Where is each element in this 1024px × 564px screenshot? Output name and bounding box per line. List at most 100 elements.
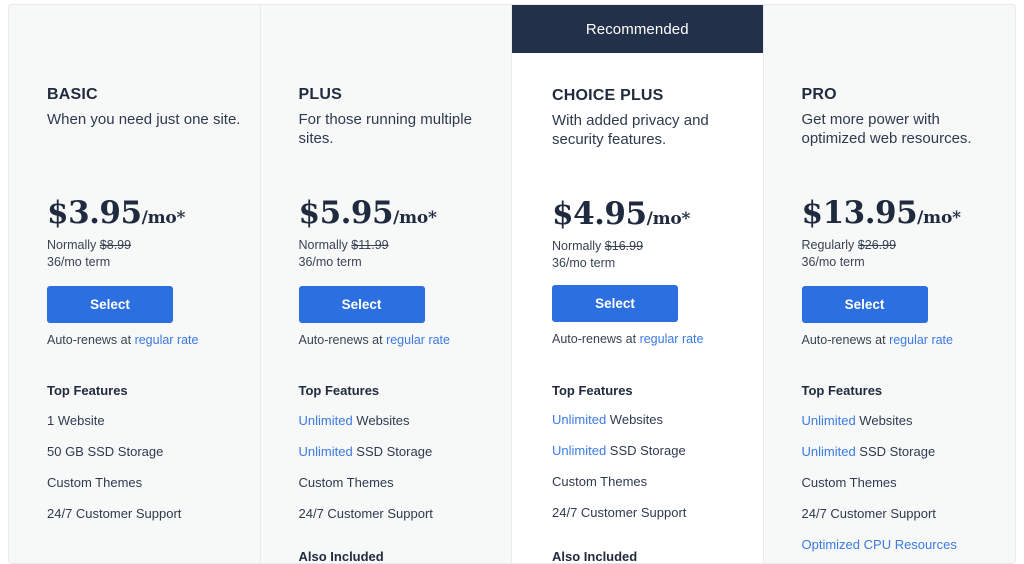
auto-renew-prefix: Auto-renews at: [298, 333, 383, 347]
feature-item: Unlimited Websites: [299, 413, 509, 444]
price-period: /mo*: [141, 208, 186, 228]
normally-label: Normally: [298, 238, 348, 252]
normally-label: Regularly: [801, 238, 855, 252]
plan-name: PLUS: [298, 86, 342, 103]
original-price: $11.99: [351, 238, 389, 252]
feature-item: 24/7 Customer Support: [802, 506, 1012, 537]
features-title: Top Features: [801, 383, 883, 398]
feature-text: 24/7 Customer Support: [47, 506, 182, 521]
regular-rate-link[interactable]: regular rate: [640, 332, 704, 346]
plan-column-plus: PLUS For those running multiple sites. $5.…: [260, 5, 512, 564]
select-button[interactable]: Select: [47, 286, 173, 323]
price-amount: $5.95: [298, 195, 394, 231]
plan-description: Get more power with optimized web resour…: [801, 111, 972, 147]
price-period: /mo*: [646, 209, 691, 229]
also-included-title: Also Included: [298, 549, 384, 564]
plan-name: BASIC: [47, 86, 98, 103]
features-title: Top Features: [298, 383, 380, 398]
features-list: 1 Website 50 GB SSD Storage Custom Themes 2…: [47, 413, 257, 537]
feature-item: 24/7 Customer Support: [47, 506, 257, 537]
auto-renew-prefix: Auto-renews at: [801, 333, 886, 347]
feature-text: 1 Website: [47, 413, 105, 428]
feature-text: 24/7 Customer Support: [801, 506, 936, 521]
original-price: $16.99: [604, 239, 644, 253]
term-length: 36/mo term: [298, 255, 362, 269]
feature-item: 24/7 Customer Support: [299, 506, 509, 537]
feature-item: Unlimited SSD Storage: [299, 444, 509, 475]
plan-column-pro: PRO Get more power with optimized web res…: [763, 5, 1015, 563]
feature-text: SSD Storage: [352, 444, 433, 459]
feature-highlight: Unlimited: [298, 413, 353, 428]
select-button[interactable]: Select: [298, 286, 425, 323]
auto-renew-note: Auto-renews at regular rate: [552, 332, 704, 346]
recommended-banner: Recommended: [512, 5, 763, 53]
feature-text: 50 GB SSD Storage: [47, 444, 164, 459]
price-row: $13.95/mo*: [802, 195, 961, 231]
feature-highlight: Unlimited: [801, 444, 856, 459]
price-period: /mo*: [917, 208, 961, 228]
also-included-title: Also Included: [552, 549, 638, 564]
price-note: Normally $8.99 36/mo term: [47, 237, 131, 271]
feature-highlight: Unlimited: [552, 443, 607, 458]
price-period: /mo*: [393, 208, 437, 228]
price-note: Regularly $26.99 36/mo term: [802, 237, 897, 271]
select-button[interactable]: Select: [552, 285, 678, 322]
auto-renew-note: Auto-renews at regular rate: [802, 333, 954, 347]
feature-text: Custom Themes: [47, 475, 143, 490]
plan-description: With added privacy and security features…: [552, 112, 709, 148]
feature-item: Custom Themes: [47, 475, 257, 506]
plan-description: For those running multiple sites.: [298, 111, 472, 147]
feature-item: Unlimited Websites: [552, 412, 762, 443]
feature-item: Custom Themes: [802, 475, 1012, 506]
auto-renew-note: Auto-renews at regular rate: [47, 333, 199, 347]
term-length: 36/mo term: [552, 256, 616, 270]
features-list: Unlimited Websites Unlimited SSD Storage C…: [552, 412, 762, 536]
term-length: 36/mo term: [801, 255, 865, 269]
feature-text: Websites: [606, 412, 664, 427]
feature-text: Custom Themes: [801, 475, 897, 490]
price-amount: $4.95: [552, 196, 647, 232]
plan-column-basic: BASIC When you need just one site. $3.95/m…: [9, 5, 261, 563]
feature-text: Websites: [855, 413, 913, 428]
auto-renew-prefix: Auto-renews at: [552, 332, 637, 346]
auto-renew-note: Auto-renews at regular rate: [299, 333, 451, 347]
plan-description: When you need just one site.: [47, 111, 241, 128]
price-row: $4.95/mo*: [552, 196, 690, 232]
feature-item: Unlimited SSD Storage: [552, 443, 762, 474]
regular-rate-link[interactable]: regular rate: [135, 333, 199, 347]
features-title: Top Features: [47, 383, 128, 398]
original-price: $26.99: [857, 238, 897, 252]
plan-name: CHOICE PLUS: [552, 87, 664, 104]
plan-name: PRO: [801, 86, 837, 103]
feature-text: 24/7 Customer Support: [552, 505, 687, 520]
feature-text: Custom Themes: [298, 475, 394, 490]
price-row: $3.95/mo*: [47, 195, 185, 231]
term-length: 36/mo term: [47, 255, 111, 269]
feature-item: Unlimited Websites: [802, 413, 1012, 444]
price-amount: $13.95: [801, 195, 918, 231]
regular-rate-link[interactable]: regular rate: [889, 333, 953, 347]
pricing-table: BASIC When you need just one site. $3.95/m…: [8, 4, 1016, 564]
feature-item: Unlimited SSD Storage: [802, 444, 1012, 475]
feature-item: 24/7 Customer Support: [552, 505, 762, 536]
auto-renew-prefix: Auto-renews at: [47, 333, 132, 347]
feature-text: Websites: [352, 413, 410, 428]
feature-highlight: Unlimited: [552, 412, 607, 427]
plan-column-choice-plus: Recommended CHOICE PLUS With added privacy…: [512, 5, 764, 563]
feature-item: Custom Themes: [299, 475, 509, 506]
feature-text: Optimized CPU Resources: [801, 537, 957, 552]
feature-highlight: Unlimited: [801, 413, 856, 428]
select-button[interactable]: Select: [801, 286, 928, 323]
feature-item: 1 Website: [47, 413, 257, 444]
feature-item: Custom Themes: [552, 474, 762, 505]
features-title: Top Features: [552, 383, 633, 398]
feature-text: SSD Storage: [606, 443, 686, 458]
feature-item: 50 GB SSD Storage: [47, 444, 257, 475]
original-price: $8.99: [99, 238, 132, 252]
regular-rate-link[interactable]: regular rate: [386, 333, 450, 347]
price-row: $5.95/mo*: [299, 195, 437, 231]
feature-highlight: Unlimited: [298, 444, 353, 459]
normally-label: Normally: [47, 238, 97, 252]
features-list: Unlimited Websites Unlimited SSD Storage C…: [299, 413, 509, 537]
feature-text: Custom Themes: [552, 474, 648, 489]
